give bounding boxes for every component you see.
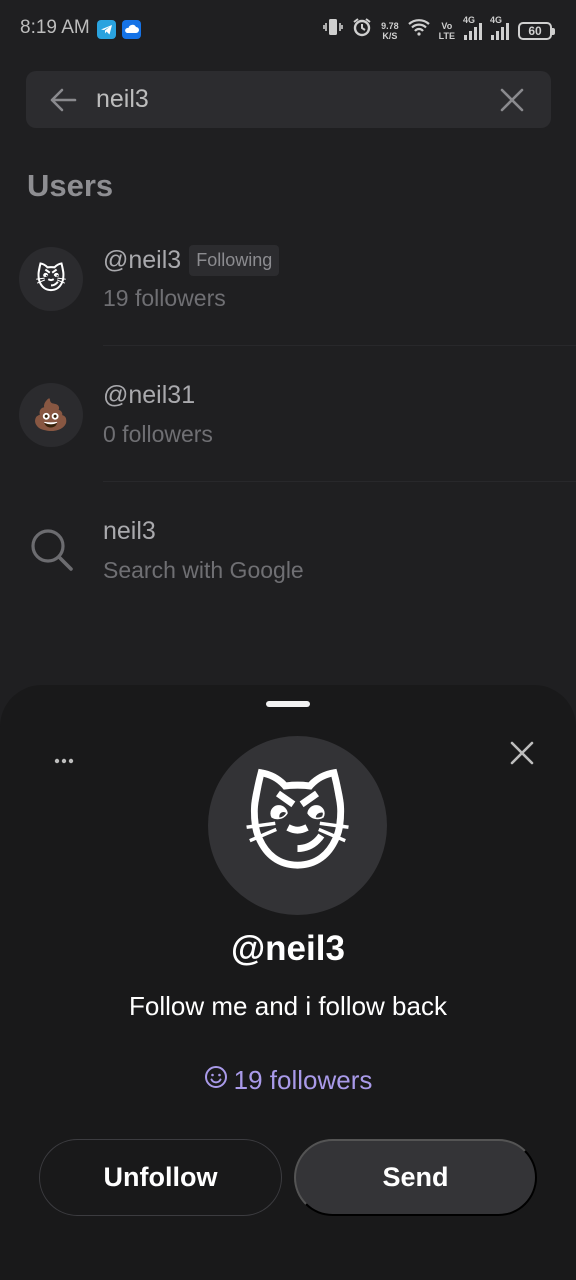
more-options-icon[interactable] xyxy=(52,751,78,771)
followers-link[interactable]: 19 followers xyxy=(0,1065,576,1096)
smiley-icon xyxy=(204,1065,228,1096)
network-speed: 9.78 K/S xyxy=(381,20,399,41)
battery-level: 60 xyxy=(528,23,542,38)
following-badge: Following xyxy=(189,245,280,276)
divider xyxy=(103,345,576,346)
clear-search-icon[interactable] xyxy=(499,87,525,113)
section-title-users: Users xyxy=(27,168,114,203)
user-handle: @neil3 xyxy=(103,246,182,274)
divider xyxy=(103,481,576,482)
web-search-query: neil3 xyxy=(103,517,156,545)
vibrate-icon xyxy=(323,16,343,45)
profile-bottom-sheet: 😼 @neil3 Follow me and i follow back 19 … xyxy=(0,685,576,1280)
search-icon xyxy=(29,527,75,573)
search-input[interactable] xyxy=(96,71,476,128)
alarm-icon xyxy=(352,17,372,44)
follower-count: 0 followers xyxy=(103,421,213,447)
search-bar xyxy=(26,71,551,128)
follower-count: 19 followers xyxy=(103,285,226,311)
signal-icon: 4G xyxy=(490,15,509,40)
poop-emoji-avatar: 💩 xyxy=(32,398,70,432)
status-bar: 8:19 AM 9.78 K/S Vo LTE 4G 4G 60 xyxy=(0,0,576,58)
unfollow-button[interactable]: Unfollow xyxy=(39,1139,282,1216)
user-result-row[interactable]: 💩 @neil31 0 followers xyxy=(0,347,576,483)
signal-icon: 4G xyxy=(463,15,482,40)
close-icon[interactable] xyxy=(508,739,536,767)
user-handle: @neil31 xyxy=(103,381,196,409)
status-time: 8:19 AM xyxy=(20,17,90,38)
user-result-row[interactable]: 😼 @neil3 Following 19 followers xyxy=(0,211,576,347)
drag-handle[interactable] xyxy=(266,701,310,707)
cat-emoji-avatar: 😼 xyxy=(243,767,352,884)
cloud-icon xyxy=(122,20,141,39)
volte-indicator: Vo LTE xyxy=(438,20,455,41)
back-arrow-icon[interactable] xyxy=(48,85,78,115)
avatar: 💩 xyxy=(19,383,83,447)
search-with-google-label: Search with Google xyxy=(103,557,304,583)
cat-emoji-avatar: 😼 xyxy=(35,262,67,296)
web-search-row[interactable]: neil3 Search with Google xyxy=(0,483,576,619)
profile-avatar: 😼 xyxy=(208,736,387,915)
followers-count: 19 followers xyxy=(233,1065,373,1095)
profile-bio: Follow me and i follow back xyxy=(129,991,447,1021)
profile-username: @neil3 xyxy=(231,929,345,968)
wifi-icon xyxy=(407,18,430,43)
avatar: 😼 xyxy=(19,247,83,311)
telegram-icon xyxy=(97,20,116,39)
send-button[interactable]: Send xyxy=(294,1139,537,1216)
battery-icon: 60 xyxy=(518,21,555,40)
